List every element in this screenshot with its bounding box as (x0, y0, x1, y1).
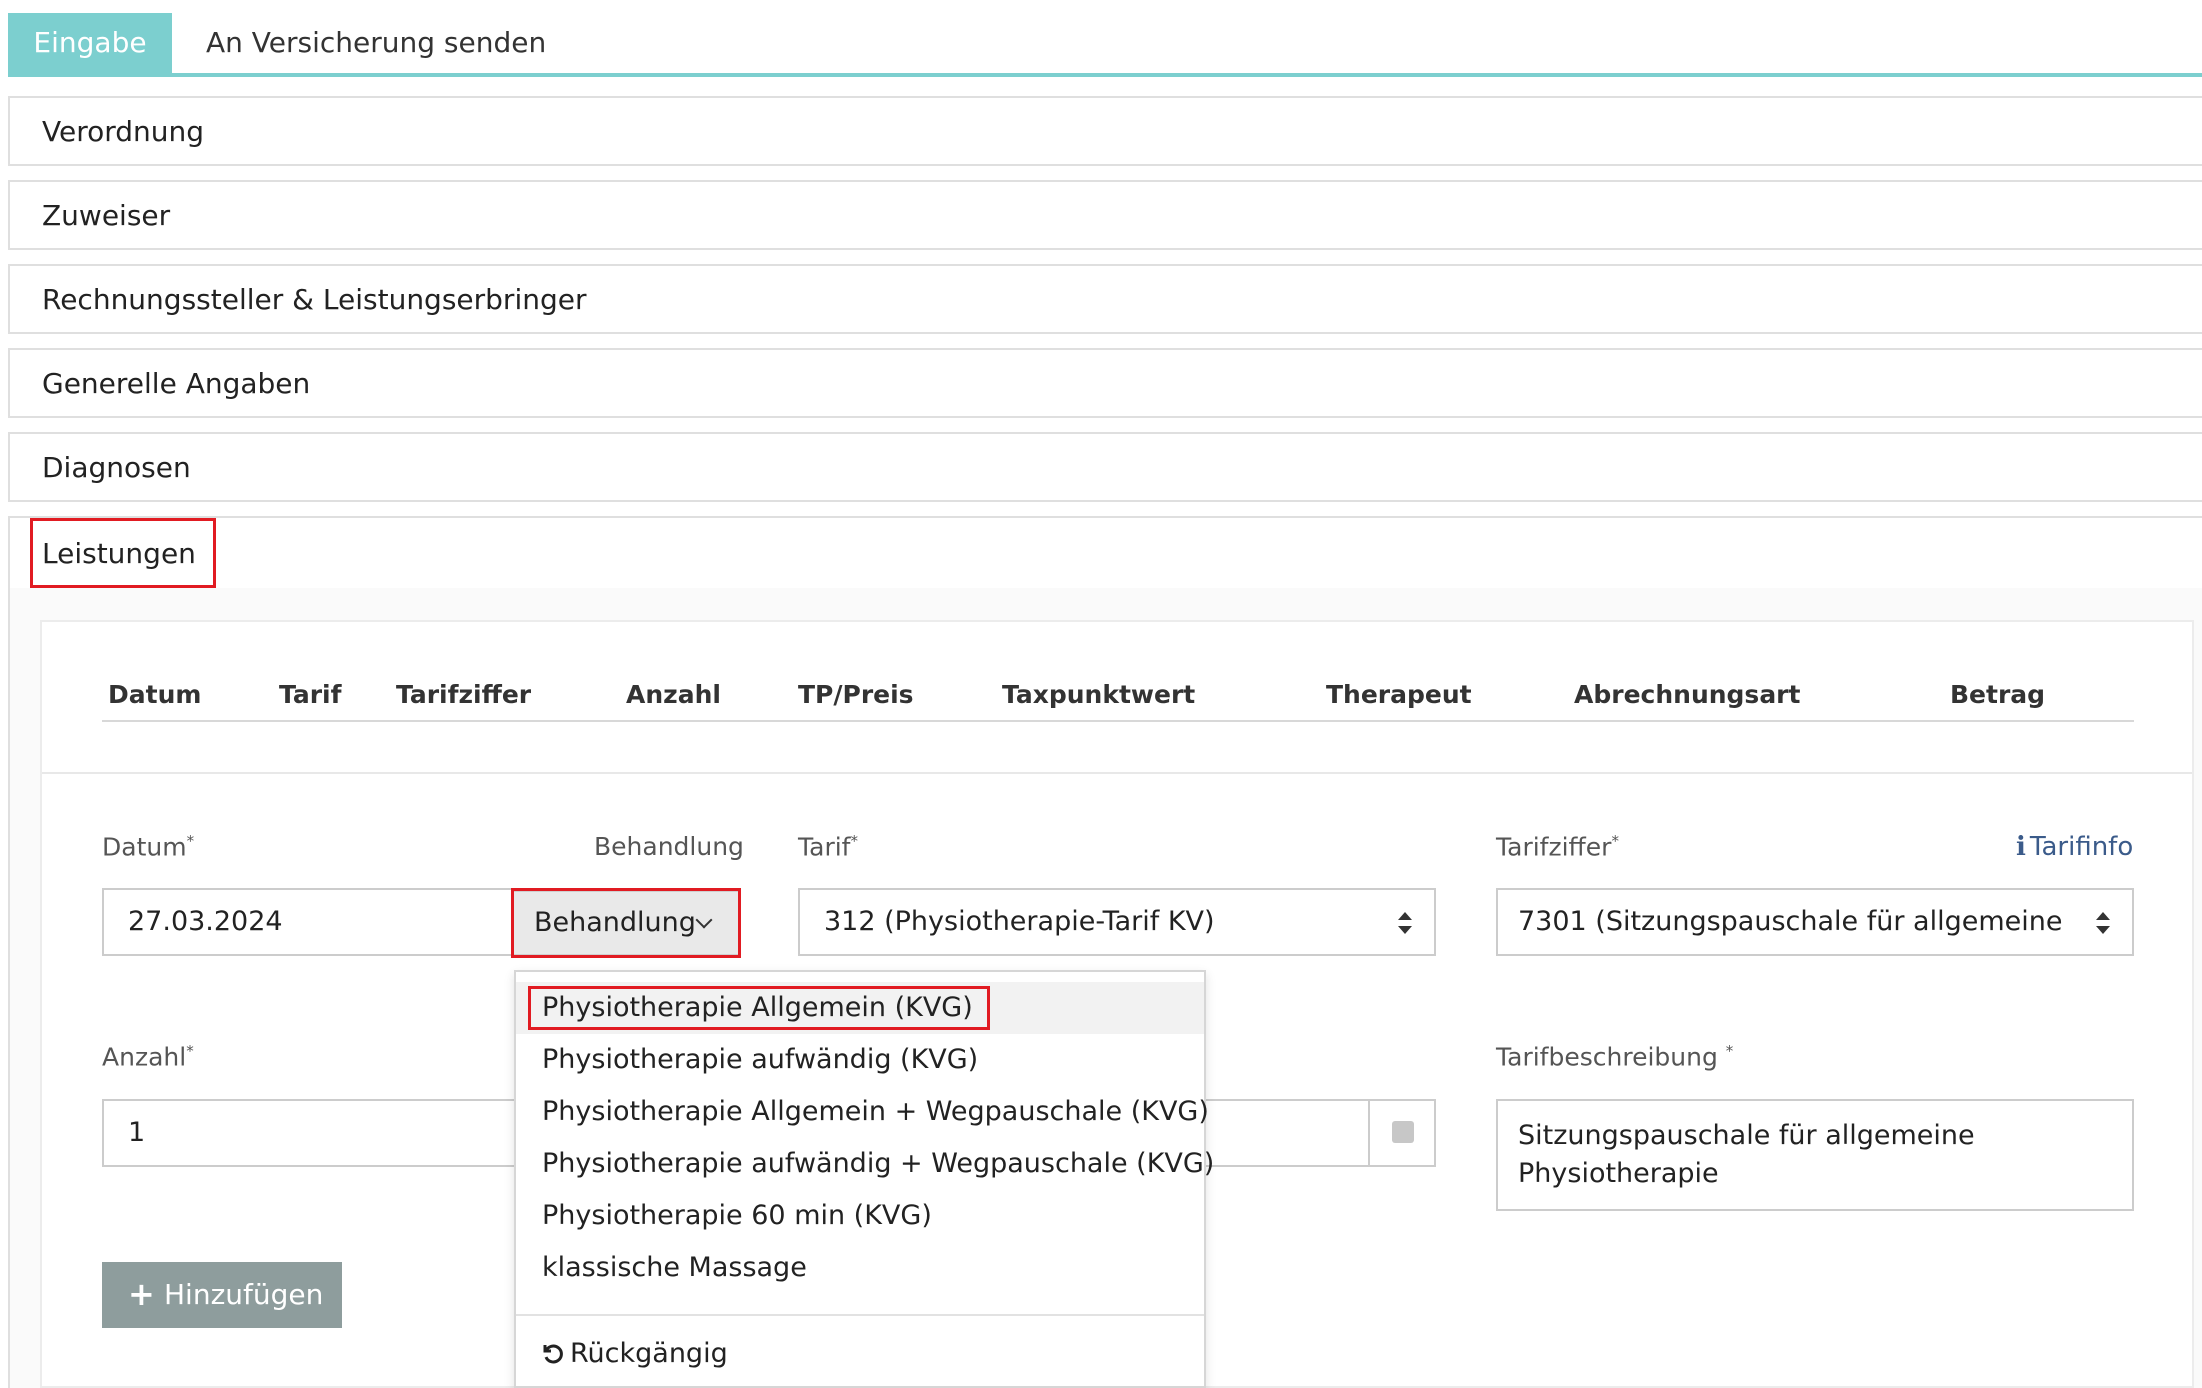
datum-value: 27.03.2024 (128, 906, 283, 937)
add-button-label: Hinzufügen (164, 1278, 324, 1311)
tab-eingabe[interactable]: Eingabe (8, 13, 172, 73)
dropdown-item[interactable]: Physiotherapie Allgemein + Wegpauschale … (516, 1086, 1209, 1138)
column-header-tp-preis[interactable]: TP/Preis (798, 680, 914, 709)
dropdown-item[interactable]: Physiotherapie 60 min (KVG) (516, 1190, 1204, 1242)
column-header-therapeut[interactable]: Therapeut (1326, 680, 1472, 709)
column-header-tarif[interactable]: Tarif (279, 680, 341, 709)
dropdown-divider (516, 1314, 1204, 1316)
section-generelle-angaben[interactable]: Generelle Angaben (8, 348, 2202, 418)
column-header-tarifziffer[interactable]: Tarifziffer (396, 680, 531, 709)
column-header-taxpunktwert[interactable]: Taxpunktwert (1002, 680, 1195, 709)
section-rechnungssteller[interactable]: Rechnungssteller & Leistungserbringer (8, 264, 2202, 334)
tarifziffer-value: 7301 (Sitzungspauschale für allgemeine P… (1518, 906, 2068, 937)
datum-label: Datum* (102, 832, 195, 862)
tarifziffer-label: Tarifziffer* (1496, 832, 1619, 862)
dropdown-item[interactable]: Physiotherapie Allgemein (KVG) (516, 982, 1204, 1034)
datum-input[interactable]: 27.03.2024 (102, 888, 516, 956)
tarifbeschreibung-label: Tarifbeschreibung * (1496, 1042, 1734, 1072)
tab-bar: Eingabe An Versicherung senden (8, 13, 2202, 77)
behandlung-dropdown-button[interactable]: Behandlung (512, 890, 740, 956)
sort-arrows-icon (2096, 912, 2110, 934)
undo-icon (543, 1344, 563, 1364)
tarif-label: Tarif* (798, 832, 858, 862)
section-title: Leistungen (42, 537, 196, 570)
section-zuweiser[interactable]: Zuweiser (8, 180, 2202, 250)
checkbox-cell (1368, 1101, 1440, 1165)
section-title: Zuweiser (42, 199, 171, 232)
table-header-divider (102, 720, 2134, 722)
chevron-down-icon (695, 911, 713, 929)
section-title: Rechnungssteller & Leistungserbringer (42, 283, 587, 316)
anzahl-label: Anzahl* (102, 1042, 194, 1072)
undo-item[interactable]: Rückgängig (540, 1338, 728, 1369)
dropdown-item[interactable]: Physiotherapie aufwändig (KVG) (516, 1034, 1204, 1086)
info-icon: i (2016, 832, 2026, 862)
behandlung-label: Behandlung (594, 832, 744, 861)
dropdown-item[interactable]: klassische Massage (516, 1242, 1204, 1294)
sort-arrows-icon (1398, 912, 1412, 934)
tarifbeschreibung-textarea[interactable]: Sitzungspauschale für allgemeine Physiot… (1496, 1099, 2134, 1211)
tarif-value: 312 (Physiotherapie-Tarif KV) (824, 906, 1215, 937)
column-header-datum[interactable]: Datum (108, 680, 201, 709)
plus-icon: + (128, 1275, 155, 1313)
section-leistungen[interactable]: Leistungen (8, 516, 2202, 590)
tarifbeschreibung-value: Sitzungspauschale für allgemeine Physiot… (1518, 1120, 1975, 1189)
dropdown-item[interactable]: Physiotherapie aufwändig + Wegpauschale … (516, 1138, 1214, 1190)
section-title: Diagnosen (42, 451, 191, 484)
section-verordnung[interactable]: Verordnung (8, 96, 2202, 166)
tab-an-versicherung-senden[interactable]: An Versicherung senden (206, 13, 546, 73)
behandlung-dropdown-menu: Physiotherapie Allgemein (KVG) Physiothe… (514, 970, 1214, 1388)
section-diagnosen[interactable]: Diagnosen (8, 432, 2202, 502)
section-title: Generelle Angaben (42, 367, 311, 400)
column-header-anzahl[interactable]: Anzahl (626, 680, 721, 709)
tarifinfo-link[interactable]: i Tarifinfo (2016, 832, 2133, 862)
column-header-betrag[interactable]: Betrag (1950, 680, 2045, 709)
section-divider (42, 772, 2192, 774)
tarif-select[interactable]: 312 (Physiotherapie-Tarif KV) (798, 888, 1436, 956)
checkbox-icon[interactable] (1392, 1121, 1414, 1143)
tarifziffer-select[interactable]: 7301 (Sitzungspauschale für allgemeine P… (1496, 888, 2134, 956)
column-header-abrechnungsart[interactable]: Abrechnungsart (1574, 680, 1800, 709)
section-title: Verordnung (42, 115, 205, 148)
anzahl-value: 1 (128, 1117, 146, 1148)
add-button[interactable]: + Hinzufügen (102, 1262, 342, 1328)
behandlung-button-label: Behandlung (534, 907, 696, 938)
